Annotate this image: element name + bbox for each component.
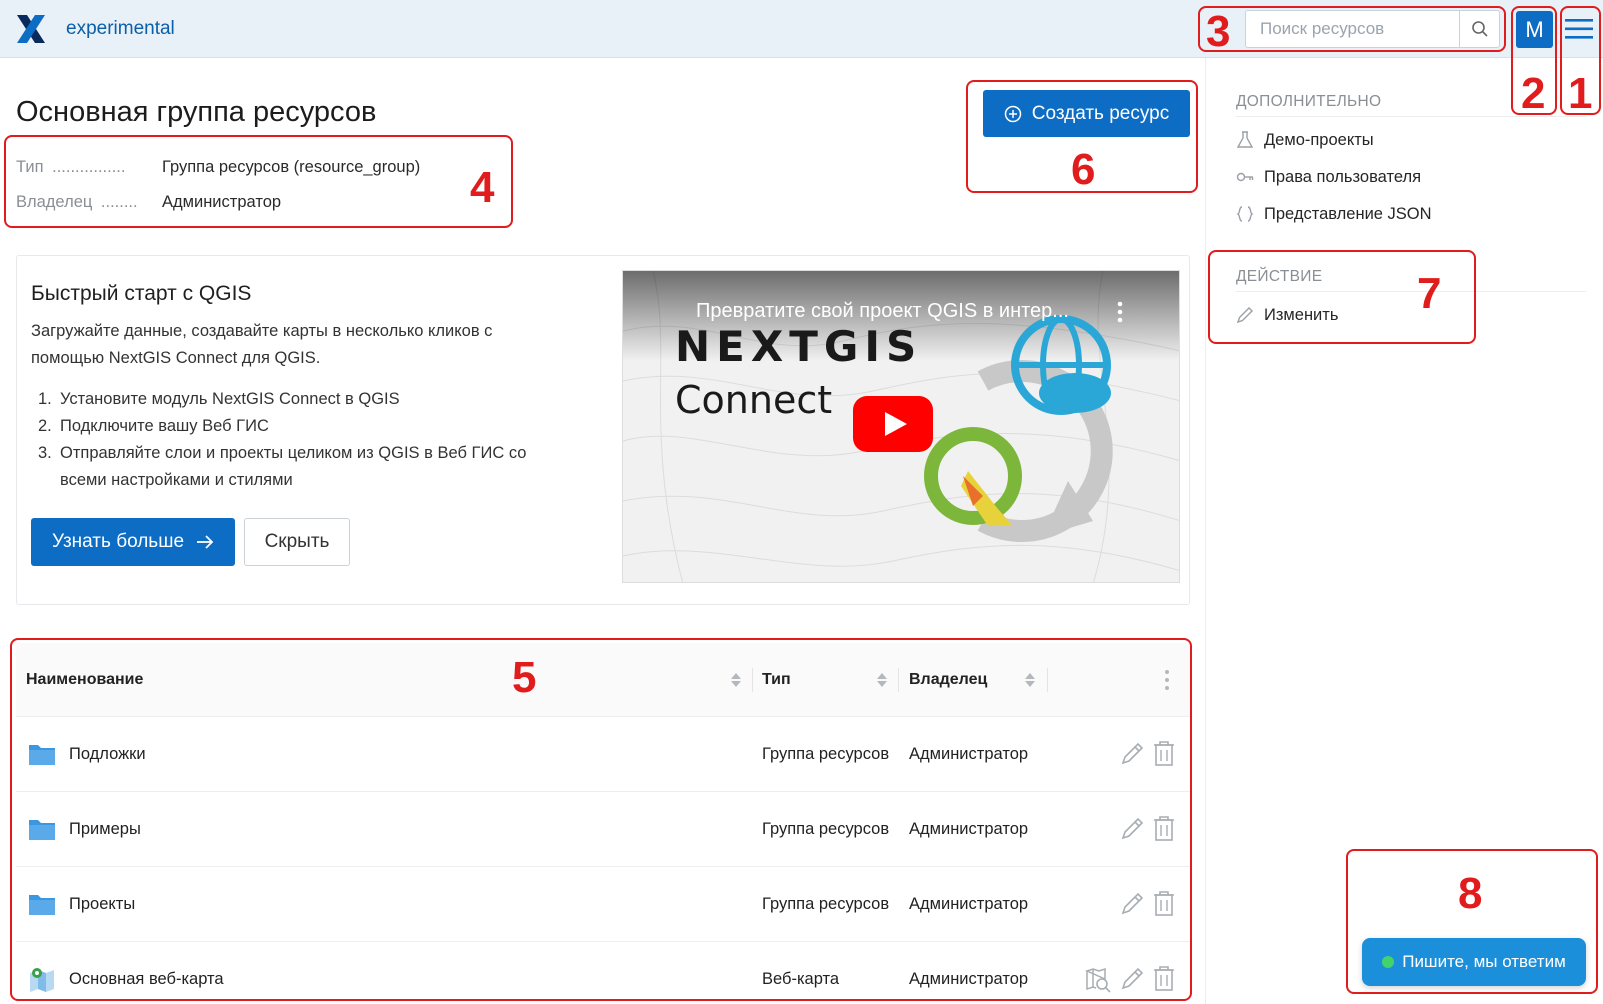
arrow-right-icon bbox=[197, 535, 214, 549]
nextgis-logo-icon[interactable] bbox=[14, 12, 48, 46]
annotation-box-4 bbox=[4, 135, 513, 228]
learn-more-button[interactable]: Узнать больше bbox=[31, 518, 235, 566]
annotation-number-5: 5 bbox=[512, 653, 537, 702]
annotation-number-4: 4 bbox=[470, 163, 495, 212]
annotation-number-7: 7 bbox=[1417, 269, 1442, 318]
video-thumbnail: NEXTGIS Connect Превратите свой проект Q… bbox=[623, 271, 1179, 582]
page-title: Основная группа ресурсов bbox=[16, 96, 377, 128]
learn-more-label: Узнать больше bbox=[51, 531, 185, 552]
quickstart-title: Быстрый старт с QGIS bbox=[31, 282, 252, 305]
video-player[interactable]: NEXTGIS Connect Превратите свой проект Q… bbox=[622, 270, 1180, 583]
video-more-icon[interactable] bbox=[1117, 301, 1123, 323]
annotation-box-5 bbox=[10, 638, 1192, 1001]
quickstart-step: 3. Отправляйте слои и проекты целиком из … bbox=[38, 444, 527, 489]
sidebar-item-label: Демо-проекты bbox=[1264, 130, 1374, 149]
annotation-number-8: 8 bbox=[1458, 869, 1483, 918]
sidebar-item-demo-projects[interactable]: Демо-проекты bbox=[1236, 128, 1374, 152]
hide-button[interactable]: Скрыть bbox=[244, 518, 350, 566]
video-brand-text: NEXTGIS bbox=[675, 322, 922, 371]
sidebar-item-label: Представление JSON bbox=[1264, 204, 1432, 223]
sidebar-divider bbox=[1205, 58, 1206, 1004]
annotation-number-6: 6 bbox=[1071, 145, 1096, 194]
quickstart-step: 2. Подключите вашу Веб ГИС bbox=[38, 417, 269, 435]
annotation-box-3 bbox=[1198, 6, 1506, 52]
quickstart-description: Загружайте данные, создавайте карты в не… bbox=[31, 322, 493, 367]
key-icon bbox=[1236, 172, 1254, 182]
sidebar-section-extra: ДОПОЛНИТЕЛЬНО bbox=[1236, 93, 1382, 110]
annotation-number-2: 2 bbox=[1521, 69, 1546, 118]
quickstart-step: 1. Установите модуль NextGIS Connect в QG… bbox=[38, 390, 400, 408]
sidebar-item-json-view[interactable]: Представление JSON bbox=[1236, 202, 1432, 226]
video-title: Превратите свой проект QGIS в интер... bbox=[696, 300, 1069, 322]
flask-icon bbox=[1236, 131, 1254, 148]
annotation-number-1: 1 bbox=[1568, 69, 1593, 118]
sidebar-item-label: Права пользователя bbox=[1264, 167, 1422, 186]
sidebar-item-user-permissions[interactable]: Права пользователя bbox=[1236, 165, 1421, 189]
app-title[interactable]: experimental bbox=[66, 18, 175, 40]
quickstart-steps: 1. Установите модуль NextGIS Connect в QG… bbox=[31, 386, 571, 494]
braces-icon bbox=[1236, 206, 1254, 222]
video-brand-sub-text: Connect bbox=[675, 378, 832, 422]
quickstart-card: Быстрый старт с QGIS Загружайте данные, … bbox=[16, 255, 1190, 605]
annotation-number-3: 3 bbox=[1206, 7, 1231, 56]
